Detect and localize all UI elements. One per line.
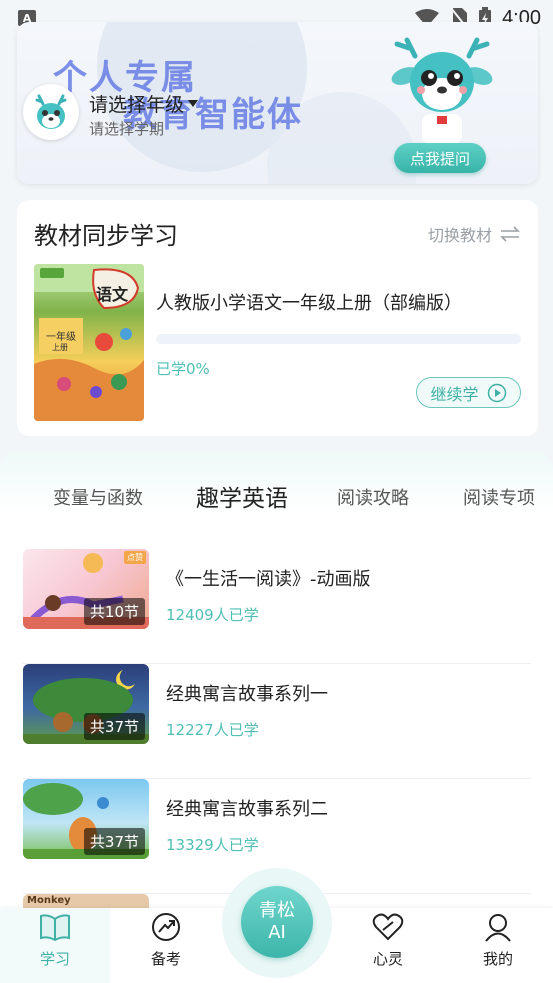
tab-variables-functions[interactable]: 变量与函数 xyxy=(53,484,143,510)
ai-button-line1: 青松 xyxy=(259,900,295,921)
thumbnail-caption: Monkey xyxy=(27,895,71,906)
lesson-count-badge: 共37节 xyxy=(83,713,145,740)
lesson-count-badge: 共10节 xyxy=(83,598,145,625)
continue-learning-button[interactable]: 继续学 xyxy=(416,377,521,408)
tab-reading-special[interactable]: 阅读专项 xyxy=(463,484,535,510)
grade-selector[interactable]: 请选择年级 xyxy=(89,90,199,117)
course-title: 经典寓言故事系列二 xyxy=(166,799,328,820)
nav-exam-label: 备考 xyxy=(150,950,181,968)
course-title: 《一生活一阅读》-动画版 xyxy=(166,569,371,590)
nav-study-label: 学习 xyxy=(39,950,70,968)
tab-fun-english[interactable]: 趣学英语 xyxy=(196,479,288,513)
category-tabs: 变量与函数 趣学英语 阅读攻略 阅读专项 xyxy=(0,476,553,520)
tab-reading-strategy[interactable]: 阅读攻略 xyxy=(337,484,409,510)
course-list-item[interactable]: 共37节 经典寓言故事系列一 12227人已学 xyxy=(23,664,531,779)
ask-question-button[interactable]: 点我提问 xyxy=(394,143,486,173)
course-thumbnail: 共37节 xyxy=(23,664,149,744)
caret-down-icon xyxy=(188,100,199,107)
deer-avatar[interactable] xyxy=(23,84,79,140)
grade-label: 请选择年级 xyxy=(89,94,185,116)
section-title: 教材同步学习 xyxy=(34,222,178,250)
lesson-count-badge: 共37节 xyxy=(83,828,145,855)
switch-textbook-label: 切换教材 xyxy=(427,226,492,245)
nav-exam[interactable]: 备考 xyxy=(111,908,221,983)
cover-term: 上册 xyxy=(52,343,68,352)
ai-agent-banner[interactable]: 个人专属 教育智能体 请选择年级 请选择学期 点我提问 xyxy=(17,22,538,184)
textbook-name: 人教版小学语文一年级上册（部编版） xyxy=(156,293,462,314)
nav-mine[interactable]: 我的 xyxy=(443,908,553,983)
swap-arrows-icon xyxy=(500,226,520,242)
user-icon xyxy=(485,914,511,942)
study-progress-bar xyxy=(156,334,521,344)
nav-mine-label: 我的 xyxy=(482,950,513,968)
nav-mind-label: 心灵 xyxy=(372,950,403,968)
switch-textbook-button[interactable]: 切换教材 xyxy=(428,222,520,246)
learner-count: 12409人已学 xyxy=(166,606,259,624)
deer-mascot-icon xyxy=(391,37,493,144)
qingsong-ai-button[interactable]: 青松 AI xyxy=(241,886,313,958)
nav-mind[interactable]: 心灵 xyxy=(333,908,443,983)
learner-count: 13329人已学 xyxy=(166,836,259,854)
textbook-sync-card: 教材同步学习 切换教材 语文 一年级 上册 人教版小学语文一年级上册（部编版） … xyxy=(17,200,538,436)
cover-grade: 一年级 xyxy=(46,332,76,343)
heart-icon xyxy=(372,913,404,941)
nav-study[interactable]: 学习 xyxy=(0,908,110,983)
term-selector[interactable]: 请选择学期 xyxy=(89,118,164,139)
course-thumbnail: 共37节 xyxy=(23,779,149,859)
course-thumbnail: 点赞 共10节 xyxy=(23,549,149,629)
cover-title: 语文 xyxy=(96,285,129,304)
course-tag: 点赞 xyxy=(124,551,146,564)
growth-arrow-icon xyxy=(152,913,180,941)
play-circle-icon xyxy=(487,383,506,402)
study-progress-text: 已学0% xyxy=(156,360,210,378)
course-list-item[interactable]: 点赞 共10节 《一生活一阅读》-动画版 12409人已学 xyxy=(23,549,531,664)
book-open-icon xyxy=(40,914,70,942)
continue-label: 继续学 xyxy=(430,384,479,404)
learner-count: 12227人已学 xyxy=(166,721,259,739)
textbook-cover[interactable]: 语文 一年级 上册 xyxy=(34,264,144,421)
course-title: 经典寓言故事系列一 xyxy=(166,684,328,705)
deer-mascot-icon xyxy=(35,94,67,129)
ai-button-line2: AI xyxy=(268,922,286,943)
